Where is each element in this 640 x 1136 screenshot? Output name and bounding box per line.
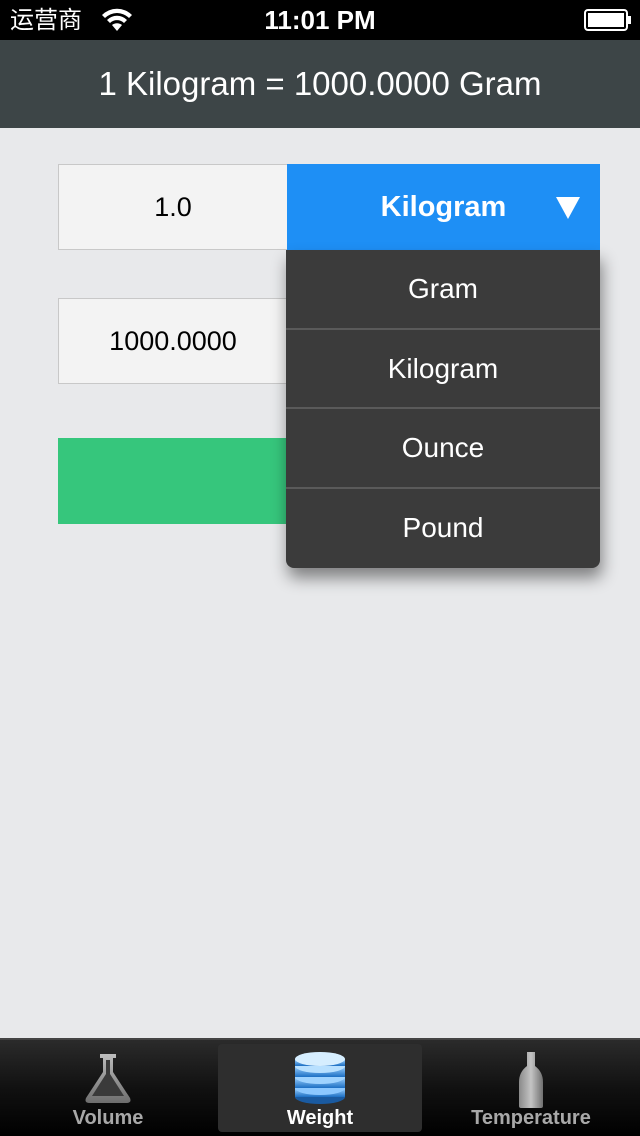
- flask-icon: [85, 1054, 131, 1103]
- unit-dropdown-menu: Gram Kilogram Ounce Pound: [286, 250, 600, 568]
- battery-icon: [584, 9, 631, 31]
- dropdown-option-pound[interactable]: Pound: [286, 489, 600, 569]
- input-value-field[interactable]: 1.0: [58, 164, 288, 250]
- weights-stack-icon: [295, 1052, 345, 1104]
- dropdown-option-kilogram[interactable]: Kilogram: [286, 330, 600, 409]
- unit-dropdown-button[interactable]: Kilogram: [287, 164, 600, 250]
- dropdown-option-gram[interactable]: Gram: [286, 250, 600, 330]
- tab-bar: Volume Weight Temperature: [0, 1038, 640, 1136]
- tab-temperature[interactable]: Temperature: [430, 1044, 632, 1132]
- tab-volume-label: Volume: [72, 1107, 144, 1129]
- bottle-icon: [519, 1052, 543, 1108]
- status-bar: 运营商 11:01 PM: [0, 0, 640, 40]
- selected-unit-label: Kilogram: [380, 191, 507, 223]
- status-time: 11:01 PM: [264, 5, 376, 35]
- tab-weight-label: Weight: [286, 1107, 354, 1129]
- output-value-field: 1000.0000: [58, 298, 288, 384]
- tab-temperature-label: Temperature: [471, 1107, 591, 1129]
- triangle-down-icon: [556, 197, 580, 219]
- tab-weight[interactable]: Weight: [218, 1044, 422, 1132]
- conversion-result-title: 1 Kilogram = 1000.0000 Gram: [0, 40, 640, 128]
- tab-volume[interactable]: Volume: [8, 1044, 208, 1132]
- dropdown-option-ounce[interactable]: Ounce: [286, 409, 600, 489]
